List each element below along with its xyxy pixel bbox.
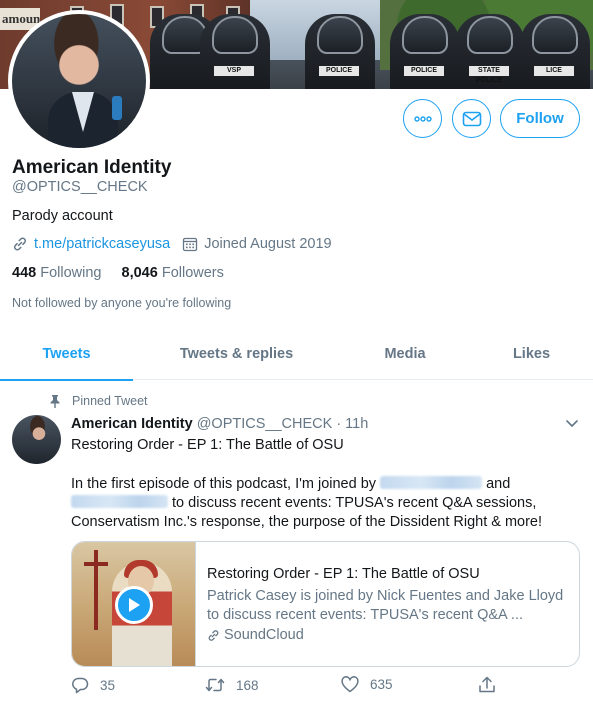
banner-officer: POLICE [390,14,460,89]
tab-label: Likes [512,346,551,362]
tweet-author-name[interactable]: American Identity [71,416,193,432]
link-icon [14,237,26,251]
message-button[interactable] [452,99,491,138]
followers-link[interactable]: 8,046 Followers [122,265,224,281]
tab-likes[interactable]: Likes [470,328,593,380]
profile-name: American Identity [12,157,172,178]
profile-link[interactable]: t.me/patrickcaseyusa [34,236,170,252]
banner-officer: POLICE [305,14,375,89]
tweet-time[interactable]: · 11h [336,416,368,432]
profile-bio: Parody account [12,208,113,224]
like-count: 635 [370,677,393,692]
followers-label: Followers [161,265,224,281]
play-icon [129,598,140,612]
play-button[interactable] [115,586,153,624]
retweet-count: 168 [236,677,259,693]
share-button[interactable] [478,676,496,694]
tweet-author-handle[interactable]: @OPTICS__CHECK [197,416,333,432]
more-icon [413,115,432,122]
heart-icon [341,676,359,693]
banner-officer: VSP [200,14,270,89]
card-thumbnail [72,542,196,666]
tab-tweets[interactable]: Tweets [0,328,133,381]
banner-officer: LICE [520,14,590,89]
tweet-body: In the first episode of this podcast, I'… [71,475,581,532]
joined-date: Joined August 2019 [204,236,332,252]
not-followed-note: Not followed by anyone you're following [12,296,232,310]
profile-avatar[interactable] [8,10,150,152]
pinned-indicator: Pinned Tweet [50,394,148,408]
pin-icon [50,394,60,408]
profile-handle: @OPTICS__CHECK [12,179,148,195]
followers-count: 8,046 [121,265,158,281]
tab-label: Media [384,346,426,362]
card-title: Restoring Order - EP 1: The Battle of OS… [207,566,480,582]
pinned-label: Pinned Tweet [72,394,148,408]
tweet-title: Restoring Order - EP 1: The Battle of OS… [71,437,344,453]
redacted-mention [71,495,168,508]
tweet-avatar[interactable] [12,415,61,464]
profile-tabs: Tweets Tweets & replies Media Likes [0,328,593,381]
tab-active-indicator [0,379,133,381]
card-source: SoundCloud [207,627,304,643]
tweet-body-text: and [486,476,511,492]
card-source-label: SoundCloud [224,627,304,643]
tab-media[interactable]: Media [340,328,470,380]
calendar-icon [183,237,198,252]
redacted-mention [380,476,483,489]
tab-tweets-replies[interactable]: Tweets & replies [133,328,340,380]
share-icon [479,676,495,693]
profile-meta: t.me/patrickcaseyusa Joined August 2019 [12,236,332,252]
retweet-icon [205,678,225,692]
link-icon [208,629,219,641]
tab-label: Tweets [42,346,91,362]
tweet-actions: 35 168 635 [71,676,501,698]
tweet-body-text: In the first episode of this podcast, I'… [71,476,377,492]
tab-label: Tweets & replies [179,346,294,362]
envelope-icon [462,111,481,126]
following-label: Following [40,265,102,281]
following-count: 448 [12,265,37,281]
chevron-down-icon[interactable] [565,418,579,428]
card-description: Patrick Casey is joined by Nick Fuentes … [207,588,564,623]
more-button[interactable] [403,99,442,138]
tweet-header: American Identity @OPTICS__CHECK · 11h [71,416,368,432]
link-card[interactable]: Restoring Order - EP 1: The Battle of OS… [71,541,580,667]
like-button[interactable]: 635 [341,676,393,693]
following-link[interactable]: 448 Following [12,265,101,281]
follow-counts: 448 Following 8,046 Followers [12,265,224,281]
banner-officer: STATE POLICE [455,14,525,89]
reply-button[interactable]: 35 [71,676,115,694]
reply-icon [72,677,89,694]
follow-button[interactable]: Follow [500,99,580,138]
reply-count: 35 [100,677,116,693]
retweet-button[interactable]: 168 [205,676,259,694]
